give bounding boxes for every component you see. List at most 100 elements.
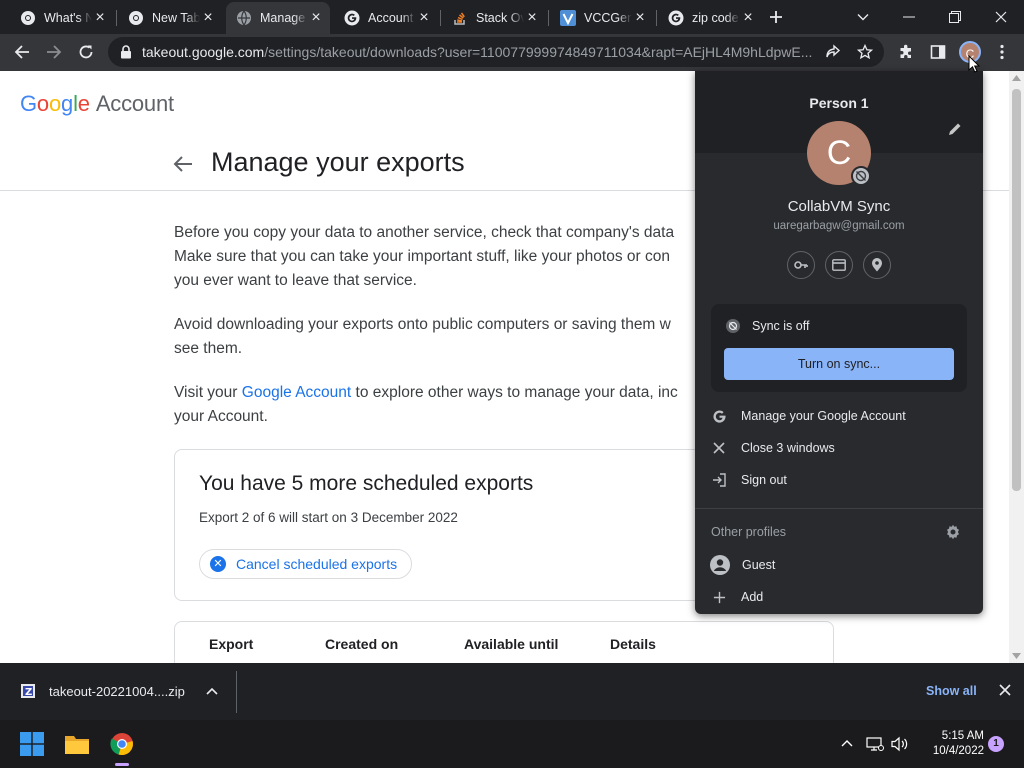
tab-label: New Tab bbox=[152, 11, 200, 25]
reload-button[interactable] bbox=[72, 38, 100, 66]
cancel-scheduled-exports-button[interactable]: ✕ Cancel scheduled exports bbox=[199, 549, 413, 579]
sync-paused-badge-icon bbox=[851, 166, 871, 186]
tab-new-tab[interactable]: New Tab × bbox=[118, 2, 222, 34]
puzzle-icon bbox=[898, 44, 914, 60]
chrome-icon bbox=[20, 10, 36, 26]
google-icon bbox=[344, 10, 360, 26]
vcc-icon bbox=[560, 10, 576, 26]
restore-button[interactable] bbox=[932, 0, 978, 34]
menu-divider bbox=[695, 508, 983, 509]
close-icon bbox=[712, 441, 726, 455]
extensions-button[interactable] bbox=[892, 38, 920, 66]
visit-account-paragraph: Visit your Google Account to explore oth… bbox=[174, 384, 678, 425]
tab-zip-code[interactable]: zip code × bbox=[658, 2, 762, 34]
close-windows-item[interactable]: Close 3 windows bbox=[695, 432, 983, 464]
payment-methods-button[interactable] bbox=[825, 251, 853, 279]
back-arrow-icon[interactable] bbox=[172, 153, 194, 175]
more-vert-icon bbox=[1000, 44, 1004, 60]
close-window-button[interactable] bbox=[978, 0, 1024, 34]
close-icon[interactable]: × bbox=[92, 10, 108, 26]
chevron-up-icon[interactable] bbox=[205, 684, 219, 698]
side-panel-button[interactable] bbox=[924, 38, 952, 66]
forward-button[interactable] bbox=[40, 38, 68, 66]
tab-whats-new[interactable]: What's New × bbox=[10, 2, 114, 34]
person-icon bbox=[710, 555, 730, 575]
logo-account-text: Account bbox=[95, 91, 174, 116]
volume-icon[interactable] bbox=[891, 736, 909, 752]
minimize-icon bbox=[903, 16, 915, 18]
turn-on-sync-button[interactable]: Turn on sync... bbox=[724, 348, 954, 380]
tab-separator bbox=[656, 10, 657, 26]
scroll-down-icon bbox=[1012, 653, 1021, 659]
chrome-menu-button[interactable] bbox=[988, 38, 1016, 66]
tab-label: Manage your exports bbox=[260, 11, 308, 25]
close-icon[interactable]: × bbox=[416, 10, 432, 26]
back-button[interactable] bbox=[8, 38, 36, 66]
close-icon[interactable]: × bbox=[200, 10, 216, 26]
zip-file-icon: Z bbox=[20, 683, 36, 699]
pencil-icon[interactable] bbox=[947, 121, 963, 137]
tab-stack-overflow[interactable]: Stack Overflow × bbox=[442, 2, 546, 34]
add-profile-item[interactable]: Add bbox=[695, 581, 983, 613]
manage-google-account-item[interactable]: Manage your Google Account bbox=[695, 400, 983, 432]
chrome-taskbar-button[interactable] bbox=[106, 728, 138, 760]
new-tab-button[interactable] bbox=[754, 0, 798, 34]
file-explorer-button[interactable] bbox=[61, 728, 93, 760]
credit-card-icon bbox=[832, 259, 846, 271]
addresses-button[interactable] bbox=[863, 251, 891, 279]
lock-icon[interactable] bbox=[120, 45, 132, 59]
sync-box: Sync is off Turn on sync... bbox=[711, 304, 967, 392]
profile-header-name: Person 1 bbox=[809, 95, 869, 111]
start-button[interactable] bbox=[16, 728, 48, 760]
tab-separator bbox=[116, 10, 117, 26]
google-wordmark: Google bbox=[20, 91, 90, 116]
download-filename[interactable]: takeout-20221004....zip bbox=[49, 684, 185, 699]
gear-icon[interactable] bbox=[945, 524, 961, 540]
intro-paragraph: Before you copy your data to another ser… bbox=[174, 224, 675, 289]
google-icon bbox=[668, 10, 684, 26]
windows-taskbar: 5:15 AM 10/4/2022 1 bbox=[0, 720, 1024, 768]
chevron-up-icon[interactable] bbox=[840, 736, 858, 752]
active-app-indicator bbox=[115, 763, 129, 766]
profile-account-name: CollabVM Sync bbox=[787, 198, 891, 215]
tab-search-button[interactable] bbox=[840, 0, 886, 34]
scheduled-exports-title: You have 5 more scheduled exports bbox=[199, 472, 534, 495]
tab-vccgenerator[interactable]: VCCGenerator × bbox=[550, 2, 654, 34]
page-scrollbar[interactable] bbox=[1009, 71, 1024, 663]
share-icon[interactable] bbox=[825, 44, 841, 60]
scheduled-exports-subtitle: Export 2 of 6 will start on 3 December 2… bbox=[199, 510, 458, 525]
passwords-button[interactable] bbox=[787, 251, 815, 279]
sign-out-item[interactable]: Sign out bbox=[695, 464, 983, 496]
tab-label: VCCGenerator bbox=[584, 11, 632, 25]
tab-account[interactable]: Account × bbox=[334, 2, 438, 34]
address-bar[interactable]: takeout.google.com/settings/takeout/down… bbox=[108, 37, 884, 67]
scrollbar-thumb[interactable] bbox=[1012, 89, 1021, 491]
notification-badge[interactable]: 1 bbox=[988, 736, 1004, 752]
show-all-downloads-button[interactable]: Show all bbox=[926, 684, 977, 698]
chevron-down-icon bbox=[857, 13, 869, 21]
bookmark-star-icon[interactable] bbox=[857, 44, 873, 60]
tab-separator bbox=[440, 10, 441, 26]
close-icon[interactable]: × bbox=[308, 10, 324, 26]
guest-profile-item[interactable]: Guest bbox=[695, 549, 983, 581]
browser-toolbar: takeout.google.com/settings/takeout/down… bbox=[0, 34, 1024, 71]
close-icon[interactable]: × bbox=[524, 10, 540, 26]
url-text[interactable]: takeout.google.com/settings/takeout/down… bbox=[142, 44, 818, 60]
close-icon[interactable]: × bbox=[632, 10, 648, 26]
globe-icon bbox=[236, 10, 252, 26]
chrome-icon bbox=[128, 10, 144, 26]
google-account-link[interactable]: Google Account bbox=[242, 384, 351, 401]
key-icon bbox=[794, 258, 808, 272]
tab-label: Stack Overflow bbox=[476, 11, 524, 25]
tab-manage-exports[interactable]: Manage your exports × bbox=[226, 2, 330, 34]
network-icon[interactable] bbox=[866, 736, 884, 752]
profile-email: uaregarbagw@gmail.com bbox=[773, 220, 905, 232]
google-account-logo[interactable]: Google Account bbox=[20, 91, 174, 117]
minimize-button[interactable] bbox=[886, 0, 932, 34]
plus-icon bbox=[769, 10, 783, 24]
close-icon[interactable] bbox=[998, 683, 1014, 699]
tab-strip: What's New × New Tab × Manage your expor… bbox=[0, 0, 1024, 34]
taskbar-clock[interactable]: 5:15 AM 10/4/2022 bbox=[914, 729, 984, 759]
sign-out-icon bbox=[712, 473, 726, 487]
svg-text:Z: Z bbox=[25, 687, 32, 698]
